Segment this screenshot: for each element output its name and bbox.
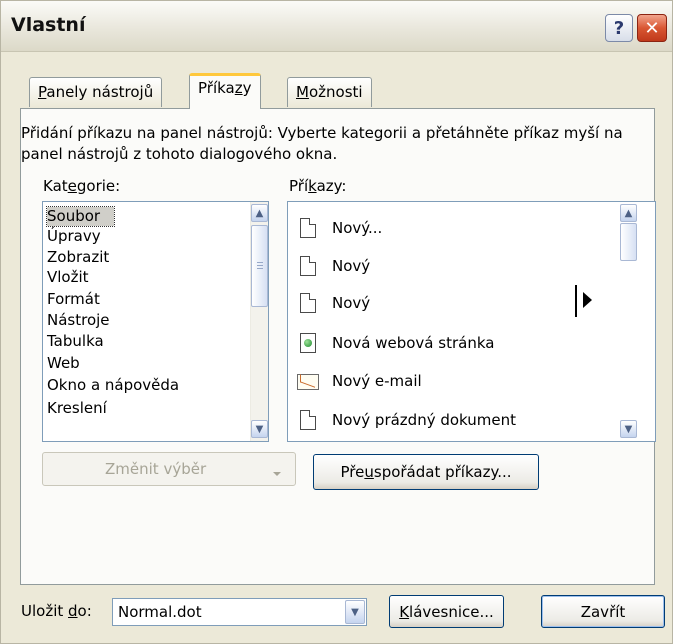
rearrange-commands-button[interactable]: Pře u spořádat příkazy... xyxy=(313,454,539,490)
list-item[interactable]: Nový... xyxy=(290,210,608,248)
blank-document-icon xyxy=(300,293,316,313)
categories-list[interactable]: Soubor Úpravy Zobrazit Vložit Formát Nás… xyxy=(42,201,269,442)
list-item[interactable]: Nová webová stránka xyxy=(290,325,608,363)
list-item[interactable]: Nástroje xyxy=(47,311,110,330)
help-icon: ? xyxy=(613,17,625,39)
submenu-arrow-icon xyxy=(583,292,592,308)
modify-selection-button[interactable]: Změnit výběr xyxy=(42,452,296,486)
scroll-down-button[interactable]: ▼ xyxy=(251,420,268,438)
list-item[interactable]: Úpravy xyxy=(47,227,101,246)
scroll-thumb[interactable] xyxy=(620,223,637,261)
close-button[interactable]: Zavřít xyxy=(541,595,665,628)
list-item[interactable]: Tabulka xyxy=(47,332,104,351)
list-item[interactable]: Okno a nápověda xyxy=(47,376,179,395)
help-button[interactable]: ? xyxy=(605,14,633,42)
dropdown-arrow-icon xyxy=(273,472,281,476)
commands-label: Příkazy: xyxy=(289,177,347,195)
save-in-dropdown[interactable]: Normal.dot ▼ xyxy=(112,598,367,626)
instructions-text: Přidání příkazu na panel nástrojů: Vyber… xyxy=(21,124,623,163)
list-item[interactable]: Kreslení xyxy=(47,399,107,418)
chevron-down-icon: ▼ xyxy=(624,423,633,435)
email-icon xyxy=(297,374,319,390)
close-icon: ✕ xyxy=(644,17,660,39)
list-item[interactable]: Soubor xyxy=(45,206,116,227)
dropdown-button[interactable]: ▼ xyxy=(345,600,365,624)
list-item[interactable]: Zobrazit xyxy=(47,248,109,267)
tab-options[interactable]: Možnosti xyxy=(287,77,372,107)
blank-document-icon xyxy=(300,256,316,276)
list-item[interactable]: Nový e-mail xyxy=(290,363,608,401)
categories-scrollbar[interactable]: ▲ ▼ xyxy=(250,202,268,441)
web-page-icon xyxy=(300,333,316,353)
commands-scrollbar[interactable]: ▲ ▼ xyxy=(620,202,638,441)
tab-toolbars[interactable]: Panely nástrojů xyxy=(29,77,163,107)
blank-document-icon xyxy=(300,410,316,430)
list-item[interactable]: Nový xyxy=(290,285,608,323)
customize-dialog: Vlastní ? ✕ Panely nástrojů Příkazy Možn… xyxy=(0,0,673,644)
scroll-up-button[interactable]: ▲ xyxy=(251,204,268,222)
list-item[interactable]: Nový prázdný dokument xyxy=(290,402,608,440)
chevron-down-icon: ▼ xyxy=(255,423,264,435)
categories-label: Kategorie: xyxy=(43,177,121,195)
title-bar[interactable]: Vlastní ? ✕ xyxy=(1,1,672,52)
scroll-down-button[interactable]: ▼ xyxy=(620,420,637,438)
chevron-up-icon: ▲ xyxy=(255,207,264,219)
chevron-down-icon: ▼ xyxy=(351,606,359,618)
close-window-button[interactable]: ✕ xyxy=(637,14,667,42)
save-in-value: Normal.dot xyxy=(118,603,202,621)
scroll-up-button[interactable]: ▲ xyxy=(620,204,637,222)
save-in-label: Uložit do: xyxy=(21,602,92,620)
list-item[interactable]: Formát xyxy=(47,290,100,309)
list-item[interactable]: Nový xyxy=(290,248,608,286)
tab-commands[interactable]: Příkazy xyxy=(189,73,261,109)
separator-marker xyxy=(575,285,577,317)
scroll-thumb[interactable] xyxy=(251,225,268,307)
dialog-title: Vlastní xyxy=(11,14,86,36)
blank-document-icon xyxy=(300,218,316,238)
list-item[interactable]: Vložit xyxy=(47,268,89,287)
list-item[interactable]: Web xyxy=(47,354,80,373)
commands-list[interactable]: Nový... Nový Nový Nová webová stránka No… xyxy=(287,201,656,442)
chevron-up-icon: ▲ xyxy=(624,207,633,219)
keyboard-button[interactable]: Klávesnice... xyxy=(389,595,504,628)
